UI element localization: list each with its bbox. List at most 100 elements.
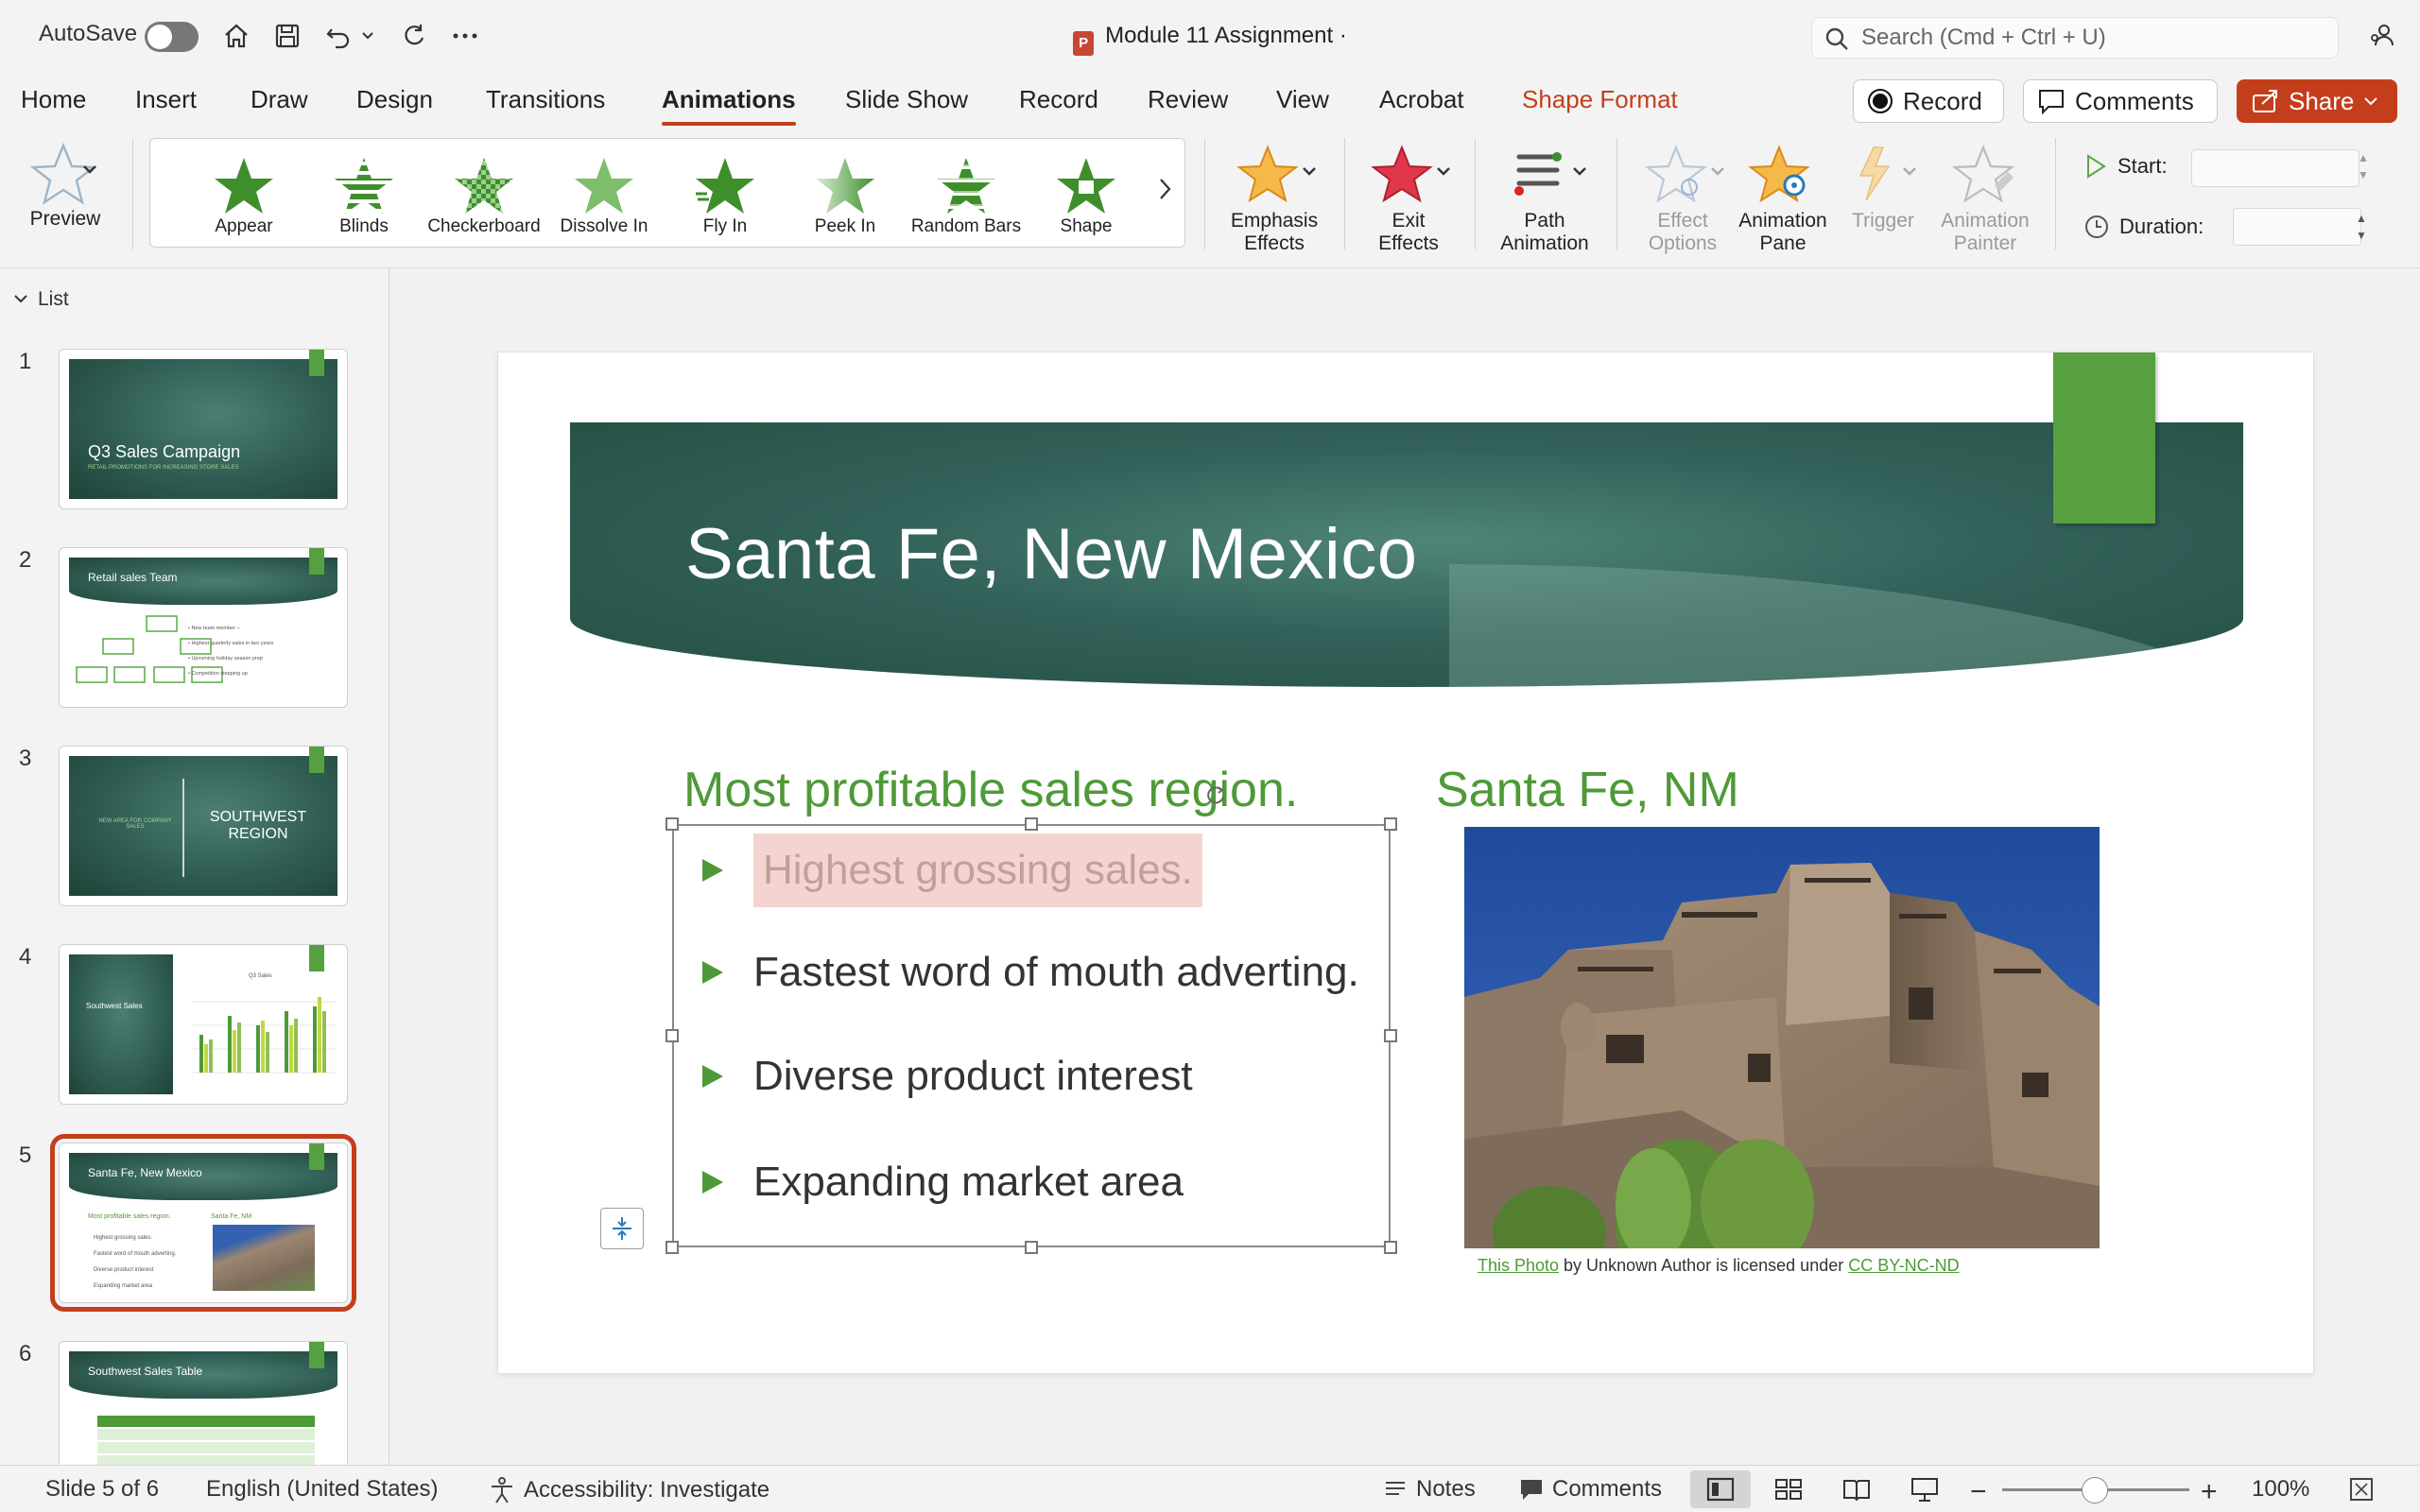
fit-to-window-icon[interactable] xyxy=(2348,1476,2375,1503)
thumb-side-panel xyxy=(69,954,173,1094)
normal-view-button[interactable] xyxy=(1690,1470,1751,1508)
animation-painter-icon xyxy=(1951,145,2015,203)
resize-handle[interactable] xyxy=(1025,817,1038,831)
rotate-handle-icon[interactable] xyxy=(1205,784,1226,810)
resize-handle[interactable] xyxy=(666,817,679,831)
photo-caption: This Photo by Unknown Author is licensed… xyxy=(1478,1256,1960,1276)
record-button-label: Record xyxy=(1903,86,1982,115)
photo-link[interactable]: This Photo xyxy=(1478,1256,1559,1275)
thumb-title: Santa Fe, New Mexico xyxy=(88,1166,202,1179)
animation-pane-icon xyxy=(1748,145,1810,203)
search-input[interactable] xyxy=(1861,24,2325,52)
trigger-button[interactable]: Trigger xyxy=(1836,144,1930,232)
tab-shape-format[interactable]: Shape Format xyxy=(1522,85,1678,114)
gallery-blinds[interactable]: Blinds xyxy=(307,156,421,237)
fly-in-star-icon xyxy=(696,158,754,214)
start-field[interactable] xyxy=(2191,149,2360,187)
gallery-checkerboard[interactable]: Checkerboard xyxy=(427,156,541,237)
bullet-item[interactable]: Fastest word of mouth adverting. xyxy=(702,949,1359,996)
tab-view[interactable]: View xyxy=(1276,85,1329,114)
share-button[interactable]: Share xyxy=(2237,79,2397,123)
slide-thumbnail-5[interactable]: Santa Fe, New Mexico Most profitable sal… xyxy=(50,1134,356,1312)
thumb-subtitle: NEW AREA FOR COMPANY SALES xyxy=(98,818,172,830)
bullet-item-highlighted[interactable]: Highest grossing sales. xyxy=(702,833,1202,907)
path-animation-button[interactable]: Path Animation xyxy=(1488,144,1601,255)
gallery-fly-in-label: Fly In xyxy=(702,216,748,236)
animation-pane-button[interactable]: Animation Pane xyxy=(1730,144,1836,255)
gallery-scroll-right-icon[interactable] xyxy=(1158,177,1173,206)
record-button[interactable]: Record xyxy=(1853,79,2004,123)
chevron-down-icon xyxy=(2364,97,2378,106)
tab-transitions[interactable]: Transitions xyxy=(486,85,605,114)
accessibility-checker[interactable]: Accessibility: Investigate xyxy=(488,1476,769,1504)
reading-view-button[interactable] xyxy=(1826,1470,1887,1508)
exit-effects-button[interactable]: Exit Effects xyxy=(1354,144,1463,255)
slide-position: Slide 5 of 6 xyxy=(45,1476,160,1502)
tab-insert[interactable]: Insert xyxy=(135,85,197,114)
preview-button[interactable]: Preview xyxy=(13,140,117,231)
tab-draw[interactable]: Draw xyxy=(251,85,308,114)
slide-sorter-button[interactable] xyxy=(1758,1470,1819,1508)
notes-button[interactable]: Notes xyxy=(1382,1476,1476,1503)
gallery-fly-in[interactable]: Fly In xyxy=(668,156,782,237)
resize-handle[interactable] xyxy=(1025,1241,1038,1254)
slide-thumbnail-3[interactable]: NEW AREA FOR COMPANY SALES SOUTHWEST REG… xyxy=(59,746,348,906)
resize-handle[interactable] xyxy=(1384,1241,1397,1254)
tab-home[interactable]: Home xyxy=(21,85,86,114)
tab-animations[interactable]: Animations xyxy=(662,85,796,126)
emphasis-effects-button[interactable]: Emphasis Effects xyxy=(1219,144,1329,255)
zoom-level[interactable]: 100% xyxy=(2252,1476,2309,1503)
santa-fe-photo[interactable] xyxy=(1464,827,2100,1248)
bullet-item[interactable]: Expanding market area xyxy=(702,1159,1184,1206)
slide-show-button[interactable] xyxy=(1894,1470,1955,1508)
bullet-item[interactable]: Diverse product interest xyxy=(702,1053,1193,1100)
status-comments-button[interactable]: Comments xyxy=(1518,1476,1662,1503)
thumb-flag xyxy=(309,548,324,575)
gallery-shape[interactable]: Shape xyxy=(1029,156,1143,237)
resize-handle[interactable] xyxy=(666,1029,679,1042)
tab-review[interactable]: Review xyxy=(1148,85,1228,114)
tab-slide-show[interactable]: Slide Show xyxy=(845,85,968,114)
thumb-flag xyxy=(309,1143,324,1170)
comments-button[interactable]: Comments xyxy=(2023,79,2218,123)
zoom-slider-handle[interactable] xyxy=(2082,1477,2108,1503)
license-link[interactable]: CC BY-NC-ND xyxy=(1848,1256,1959,1275)
thumb-chart-title: Q3 Sales xyxy=(249,973,272,979)
zoom-out-icon[interactable]: − xyxy=(1970,1476,1987,1508)
zoom-in-icon[interactable]: + xyxy=(2201,1476,2218,1508)
slide-thumbnail-4[interactable]: Southwest Sales Q3 Sales xyxy=(59,944,348,1105)
slide-thumbnail-2[interactable]: Retail sales Team • New team member – • H… xyxy=(59,547,348,708)
duration-field[interactable] xyxy=(2233,208,2361,246)
right-heading[interactable]: Santa Fe, NM xyxy=(1436,762,1739,818)
thumb-divider xyxy=(182,779,184,877)
exit-star-icon xyxy=(1371,145,1450,203)
gallery-random-bars[interactable]: Random Bars xyxy=(909,156,1023,237)
tab-design[interactable]: Design xyxy=(356,85,433,114)
autofit-options-button[interactable] xyxy=(600,1208,644,1249)
path-label-2: Animation xyxy=(1500,232,1589,254)
language-indicator[interactable]: English (United States) xyxy=(206,1476,438,1503)
share-people-icon[interactable] xyxy=(2363,17,2401,55)
current-slide[interactable]: Santa Fe, New Mexico Most profitable sal… xyxy=(498,352,2313,1373)
animation-painter-button[interactable]: Animation Painter xyxy=(1928,144,2042,255)
slide-thumbnail-panel: List 1 Q3 Sales Campaign RETAIL PROMOTIO… xyxy=(0,269,389,1466)
search-box[interactable] xyxy=(1811,17,2339,59)
resize-handle[interactable] xyxy=(666,1241,679,1254)
effect-options-button[interactable]: Effect Options xyxy=(1628,144,1737,255)
gallery-appear[interactable]: Appear xyxy=(187,156,301,237)
slide-thumbnail-6[interactable]: Southwest Sales Table xyxy=(59,1341,348,1466)
resize-handle[interactable] xyxy=(1384,817,1397,831)
duration-stepper-icon[interactable]: ▲ ▼ xyxy=(2356,210,2367,244)
tab-record[interactable]: Record xyxy=(1019,85,1098,114)
slide-title[interactable]: Santa Fe, New Mexico xyxy=(685,513,1418,595)
gallery-peek-in[interactable]: Peek In xyxy=(788,156,902,237)
bullet-arrow-icon xyxy=(702,961,723,984)
resize-handle[interactable] xyxy=(1384,1029,1397,1042)
start-stepper-icon[interactable]: ▲ ▼ xyxy=(2358,149,2369,183)
slide-thumbnail-1[interactable]: Q3 Sales Campaign RETAIL PROMOTIONS FOR … xyxy=(59,349,348,509)
bullet-textbox-selected[interactable]: Highest grossing sales. Fastest word of … xyxy=(666,786,1397,1254)
gallery-dissolve-in[interactable]: Dissolve In xyxy=(547,156,661,237)
list-header[interactable]: List xyxy=(13,288,69,311)
list-header-label: List xyxy=(38,288,69,310)
tab-acrobat[interactable]: Acrobat xyxy=(1379,85,1464,114)
